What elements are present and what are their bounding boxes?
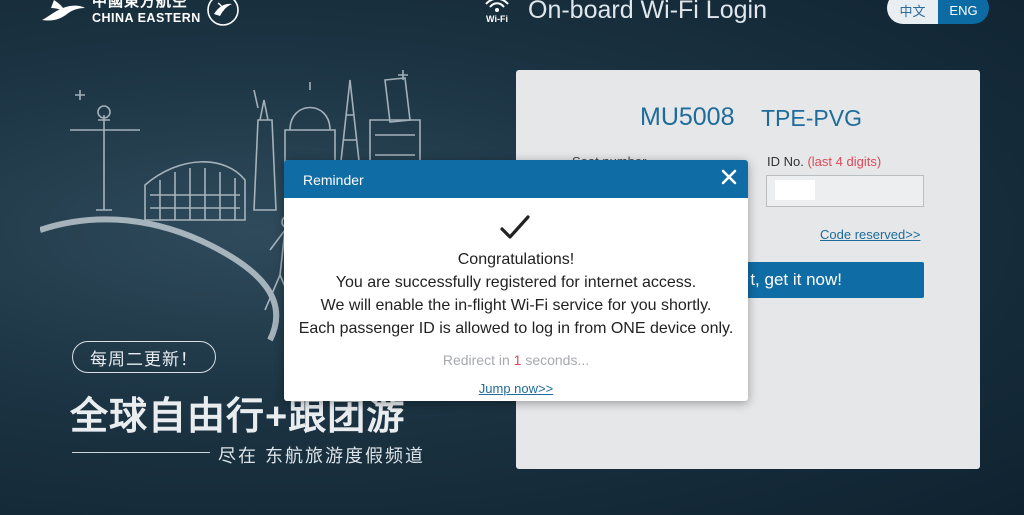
brand-name-en: CHINA EASTERN	[92, 10, 201, 25]
redirect-suffix: seconds...	[525, 352, 590, 368]
close-icon[interactable]	[720, 168, 738, 186]
page-title: On-board Wi-Fi Login	[528, 0, 767, 24]
jump-now-link[interactable]: Jump now>>	[284, 381, 748, 396]
modal-line-enable: We will enable the in-flight Wi-Fi servi…	[320, 297, 712, 314]
brand-name-cn: 中國東方航空	[92, 0, 189, 10]
promo-divider	[72, 452, 210, 453]
logo-text: 中國東方航空 CHINA EASTERN	[92, 0, 201, 24]
header: 中國東方航空 CHINA EASTERN Wi-Fi On-board Wi-F…	[0, 0, 1024, 40]
redirect-count: 1	[513, 352, 522, 368]
code-reserved-link[interactable]: Code reserved>>	[820, 227, 920, 242]
checkmark-icon	[500, 215, 530, 239]
id-number-input[interactable]	[766, 175, 924, 207]
modal-header: Reminder	[284, 160, 748, 198]
id-label-hint: (last 4 digits)	[807, 154, 882, 169]
modal-line-one-device: Each passenger ID is allowed to log in f…	[298, 320, 734, 337]
modal-message: Congratulations! You are successfully re…	[284, 248, 748, 340]
promo-badge: 每周二更新！	[72, 341, 216, 373]
swallow-logo-icon	[42, 0, 85, 21]
seal-icon	[207, 0, 239, 26]
flight-route: TPE-PVG	[761, 105, 862, 131]
modal-title: Reminder	[303, 172, 364, 188]
language-switch: 中文 ENG	[887, 0, 989, 24]
redirect-prefix: Redirect in	[442, 352, 510, 368]
lang-chinese-button[interactable]: 中文	[887, 0, 938, 24]
china-eastern-logo[interactable]: 中國東方航空 CHINA EASTERN	[40, 0, 201, 26]
wifi-label: Wi-Fi	[486, 14, 508, 24]
id-label-text: ID No.	[767, 154, 804, 169]
id-number-label: ID No. (last 4 digits)	[767, 154, 881, 169]
lang-english-button[interactable]: ENG	[938, 0, 989, 24]
flight-number: MU5008	[640, 103, 735, 131]
wifi-icon: Wi-Fi	[485, 0, 509, 24]
id-input-value	[775, 180, 815, 200]
modal-line-congrats: Congratulations!	[457, 251, 575, 268]
modal-line-registered: You are successfully registered for inte…	[335, 274, 697, 291]
reminder-modal: Reminder Congratulations! You are succes…	[284, 160, 748, 401]
redirect-countdown: Redirect in 1 seconds...	[284, 352, 748, 368]
promo-subtitle: 尽在 东航旅游度假频道	[218, 446, 425, 466]
